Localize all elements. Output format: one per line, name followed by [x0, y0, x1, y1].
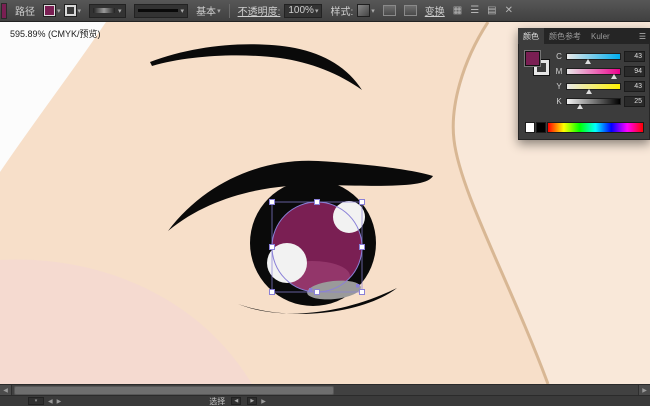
opacity-link[interactable]: 不透明度:	[238, 3, 281, 18]
distribute-icon[interactable]: ▤	[487, 5, 496, 16]
chevron-down-icon[interactable]: ▾	[57, 7, 61, 15]
selection-handle[interactable]	[314, 199, 320, 205]
status-bar: ▾ ◀ ▶ 选择 ◀ ▶ ▶	[0, 395, 650, 406]
yellow-slider[interactable]	[566, 83, 621, 94]
white-swatch[interactable]	[525, 122, 535, 133]
black-slider[interactable]	[566, 98, 621, 109]
fill-stroke-indicator	[525, 51, 553, 79]
chevron-down-icon: ▾	[180, 7, 185, 15]
graphic-style-swatch[interactable]	[357, 4, 371, 17]
slider-thumb[interactable]	[576, 104, 583, 109]
anchor-point[interactable]	[309, 288, 313, 292]
stroke-color-swatch[interactable]	[63, 4, 77, 17]
next-artboard-icon[interactable]: ▶	[57, 398, 62, 405]
align-grid-icon[interactable]: ▦	[453, 5, 462, 16]
slider-row-magenta: M 94	[555, 64, 645, 79]
recolor-artwork-icon[interactable]	[382, 5, 396, 16]
chevron-down-icon[interactable]: ▾	[78, 7, 82, 15]
color-panel-body: C 43 M 94 Y 43 K 25	[518, 44, 650, 140]
prev-artboard-icon[interactable]: ◀	[48, 398, 53, 405]
panel-menu-icon[interactable]: ☰	[635, 28, 650, 44]
slider-row-yellow: Y 43	[555, 79, 645, 94]
cyan-value-field[interactable]: 43	[624, 51, 645, 62]
brush-stroke-icon	[137, 9, 178, 12]
style-label: 样式:	[330, 7, 354, 18]
width-profile-icon	[93, 8, 116, 13]
selection-handle[interactable]	[359, 289, 365, 295]
close-icon[interactable]: ✕	[505, 5, 513, 16]
color-spectrum-bar[interactable]	[547, 122, 644, 133]
chevron-down-icon: ▾	[118, 7, 122, 15]
color-panel: 颜色 颜色参考 Kuler ☰ C 43 M 94 Y 43 K 25	[518, 28, 650, 140]
align-list-icon[interactable]: ☰	[470, 5, 479, 16]
selection-handle[interactable]	[359, 199, 365, 205]
fill-color-swatch[interactable]	[43, 4, 56, 17]
slider-thumb[interactable]	[610, 74, 617, 79]
slider-thumb[interactable]	[586, 89, 593, 94]
channel-label: M	[555, 67, 563, 76]
opacity-value: 100%	[288, 5, 314, 16]
cyan-slider[interactable]	[566, 53, 621, 64]
artboard-nav-dropdown[interactable]: ▾	[28, 397, 44, 405]
status-next-icon[interactable]: ▶	[247, 397, 258, 405]
channel-label: C	[556, 52, 562, 61]
channel-label: K	[556, 97, 562, 106]
chevron-down-icon[interactable]: ▾	[217, 7, 221, 15]
magenta-value-field[interactable]: 94	[624, 66, 645, 77]
brush-stroke-dropdown[interactable]: ▾	[133, 3, 189, 18]
cmyk-sliders: C 43 M 94 Y 43 K 25	[555, 49, 645, 109]
brush-definition-label[interactable]: 基本	[196, 3, 216, 18]
selection-handle[interactable]	[269, 199, 275, 205]
illustrator-window: 路径 ▾ ▾ ▾ ▾ 基本 ▾ 不透明度: 100% ▾ 样式: ▾ 变换 ▦ …	[0, 0, 650, 406]
tab-color[interactable]: 颜色	[518, 28, 544, 44]
slider-row-black: K 25	[555, 94, 645, 109]
document-setup-icon[interactable]	[403, 5, 417, 16]
anchor-point[interactable]	[356, 284, 360, 288]
chevron-down-icon: ▾	[314, 7, 319, 15]
yellow-value-field[interactable]: 43	[624, 81, 645, 92]
magenta-slider[interactable]	[566, 68, 621, 79]
status-text: 选择	[209, 396, 226, 406]
panel-fill-swatch[interactable]	[525, 51, 540, 66]
status-expand-icon[interactable]: ▶	[261, 398, 266, 405]
transform-link[interactable]: 变换	[425, 3, 445, 18]
tab-kuler[interactable]: Kuler	[586, 28, 615, 44]
selection-handle[interactable]	[314, 289, 320, 295]
opacity-value-dropdown[interactable]: 100% ▾	[284, 3, 323, 18]
document-zoom-title: 595.89% (CMYK/预览)	[10, 29, 101, 39]
fill-indicator-sliver	[1, 2, 7, 19]
toolbar-separator	[228, 3, 230, 18]
slider-thumb[interactable]	[585, 59, 592, 64]
scrollbar-thumb[interactable]	[14, 386, 334, 395]
color-panel-tabs: 颜色 颜色参考 Kuler ☰	[518, 28, 650, 44]
width-profile-dropdown[interactable]: ▾	[89, 3, 126, 18]
selection-handle[interactable]	[269, 244, 275, 250]
chevron-down-icon[interactable]: ▾	[371, 7, 375, 15]
tab-color-guide[interactable]: 颜色参考	[544, 28, 586, 44]
spectrum-row	[525, 122, 644, 133]
status-prev-icon[interactable]: ◀	[231, 397, 242, 405]
channel-label: Y	[556, 82, 562, 91]
black-swatch[interactable]	[536, 122, 546, 133]
black-value-field[interactable]: 25	[624, 96, 645, 107]
horizontal-scrollbar[interactable]: ◀ ▶	[0, 384, 650, 396]
selection-handle[interactable]	[269, 289, 275, 295]
object-type-label: 路径	[15, 7, 35, 18]
slider-row-cyan: C 43	[555, 49, 645, 64]
selection-handle[interactable]	[359, 244, 365, 250]
control-bar: 路径 ▾ ▾ ▾ ▾ 基本 ▾ 不透明度: 100% ▾ 样式: ▾ 变换 ▦ …	[0, 0, 650, 22]
highlight-upper-right-shape[interactable]	[333, 201, 365, 233]
